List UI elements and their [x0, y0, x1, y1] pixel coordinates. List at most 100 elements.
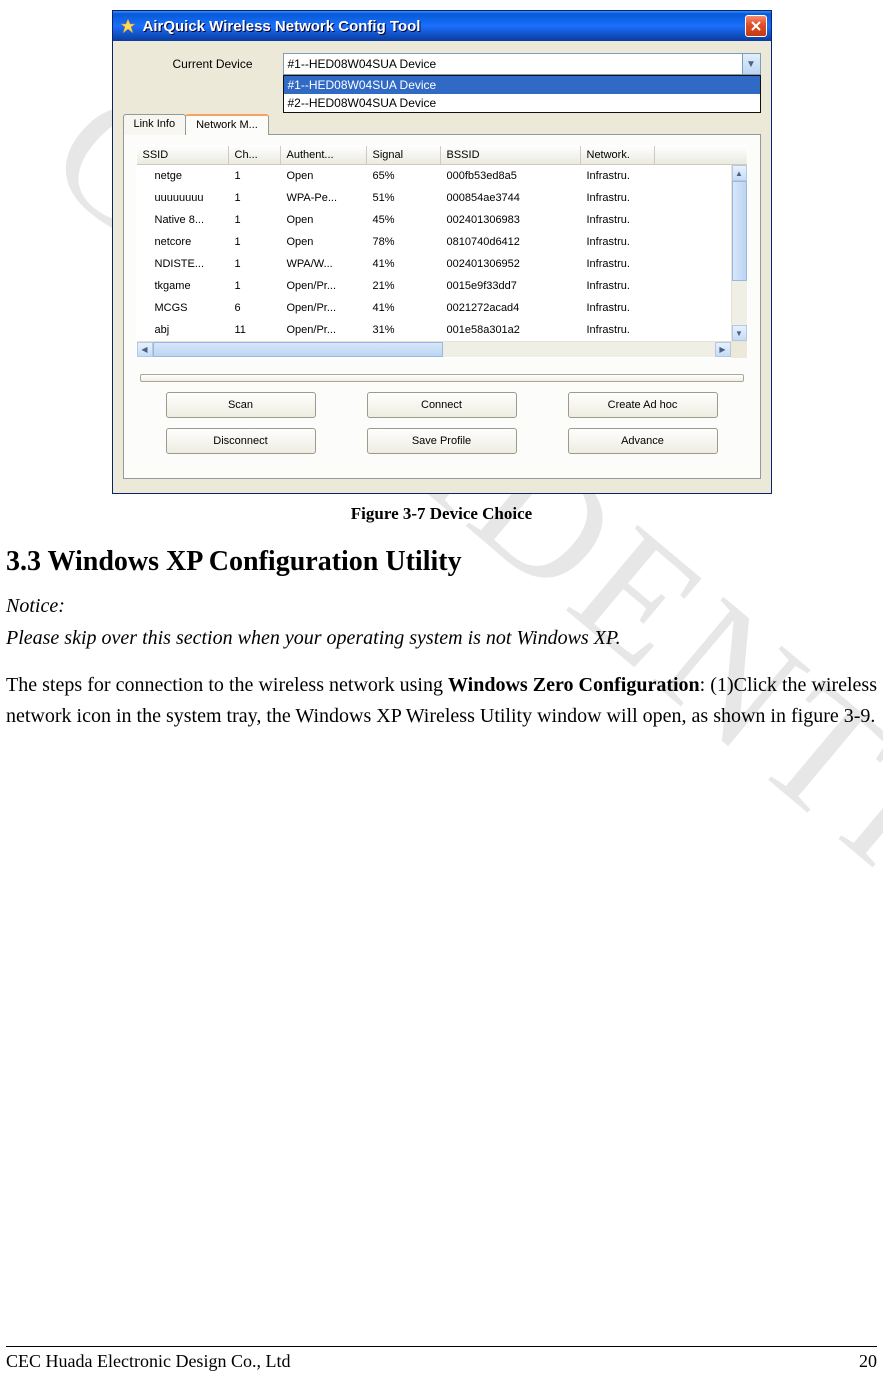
cell: 000854ae3744	[441, 192, 581, 204]
col-bssid[interactable]: BSSID	[441, 146, 581, 164]
scroll-right-icon[interactable]: ▶	[715, 342, 731, 357]
cell: Infrastru.	[581, 170, 655, 182]
table-row[interactable]: uuuuuuuu1WPA-Pe...51%000854ae3744Infrast…	[137, 187, 747, 209]
chevron-down-icon: ▼	[742, 54, 760, 74]
table-row[interactable]: Native 8...1Open45%002401306983Infrastru…	[137, 209, 747, 231]
app-icon	[119, 17, 137, 35]
cell: 11	[229, 324, 281, 336]
cell: MCGS	[137, 302, 229, 314]
disconnect-button[interactable]: Disconnect	[166, 428, 316, 454]
device-selected-value: #1--HED08W04SUA Device	[288, 57, 742, 71]
cell: 1	[229, 258, 281, 270]
cell: WPA/W...	[281, 258, 367, 270]
close-icon	[751, 21, 761, 31]
grid-header-row: SSID Ch... Authent... Signal BSSID Netwo…	[137, 146, 747, 165]
cell: 31%	[367, 324, 441, 336]
table-row[interactable]: NDISTE...1WPA/W...41%002401306952Infrast…	[137, 253, 747, 275]
cell: 41%	[367, 258, 441, 270]
current-device-label: Current Device	[143, 57, 283, 71]
create-adhoc-button[interactable]: Create Ad hoc	[568, 392, 718, 418]
close-button[interactable]	[745, 15, 767, 37]
section-heading: 3.3 Windows XP Configuration Utility	[6, 546, 877, 578]
cell: 6	[229, 302, 281, 314]
title-bar: AirQuick Wireless Network Config Tool	[113, 11, 771, 41]
grid-body: netge1Open65%000fb53ed8a5Infrastru.uuuuu…	[137, 165, 747, 341]
scroll-up-icon[interactable]: ▲	[732, 165, 747, 181]
col-network[interactable]: Network.	[581, 146, 655, 164]
device-dropdown-list: #1--HED08W04SUA Device #2--HED08W04SUA D…	[283, 75, 761, 113]
tab-link-info[interactable]: Link Info	[123, 114, 187, 135]
cell: 002401306983	[441, 214, 581, 226]
table-row[interactable]: netcore1Open78%0810740d6412Infrastru.	[137, 231, 747, 253]
scan-button[interactable]: Scan	[166, 392, 316, 418]
device-option-1[interactable]: #1--HED08W04SUA Device	[284, 76, 760, 94]
cell: 1	[229, 214, 281, 226]
device-option-2[interactable]: #2--HED08W04SUA Device	[284, 94, 760, 112]
cell: uuuuuuuu	[137, 192, 229, 204]
cell: Open	[281, 214, 367, 226]
vertical-scrollbar[interactable]: ▲ ▼	[731, 165, 747, 341]
cell: abj	[137, 324, 229, 336]
cell: 000fb53ed8a5	[441, 170, 581, 182]
col-ssid[interactable]: SSID	[137, 146, 229, 164]
cell: Open/Pr...	[281, 324, 367, 336]
cell: Infrastru.	[581, 324, 655, 336]
device-combobox[interactable]: #1--HED08W04SUA Device ▼	[283, 53, 761, 75]
table-row[interactable]: abj11Open/Pr...31%001e58a301a2Infrastru.	[137, 319, 747, 341]
cell: 1	[229, 236, 281, 248]
cell: 1	[229, 192, 281, 204]
footer-page-number: 20	[859, 1351, 877, 1372]
col-signal[interactable]: Signal	[367, 146, 441, 164]
save-profile-button[interactable]: Save Profile	[367, 428, 517, 454]
col-channel[interactable]: Ch...	[229, 146, 281, 164]
body-text-bold: Windows Zero Configuration	[448, 674, 700, 696]
cell: Infrastru.	[581, 236, 655, 248]
scroll-left-icon[interactable]: ◀	[137, 342, 153, 357]
cell: Infrastru.	[581, 214, 655, 226]
col-auth[interactable]: Authent...	[281, 146, 367, 164]
cell: 78%	[367, 236, 441, 248]
status-groove	[140, 374, 744, 382]
cell: tkgame	[137, 280, 229, 292]
cell: Open/Pr...	[281, 280, 367, 292]
horizontal-scrollbar[interactable]: ◀ ▶	[137, 341, 747, 357]
cell: Infrastru.	[581, 192, 655, 204]
cell: 001e58a301a2	[441, 324, 581, 336]
cell: Native 8...	[137, 214, 229, 226]
table-row[interactable]: MCGS6Open/Pr...41%0021272acad4Infrastru.	[137, 297, 747, 319]
cell: NDISTE...	[137, 258, 229, 270]
connect-button[interactable]: Connect	[367, 392, 517, 418]
tab-panel: SSID Ch... Authent... Signal BSSID Netwo…	[123, 134, 761, 479]
page-footer: CEC Huada Electronic Design Co., Ltd 20	[6, 1346, 877, 1372]
cell: Infrastru.	[581, 302, 655, 314]
cell: Infrastru.	[581, 280, 655, 292]
cell: 21%	[367, 280, 441, 292]
cell: Open/Pr...	[281, 302, 367, 314]
app-window: AirQuick Wireless Network Config Tool Cu…	[112, 10, 772, 494]
cell: WPA-Pe...	[281, 192, 367, 204]
advance-button[interactable]: Advance	[568, 428, 718, 454]
cell: Open	[281, 236, 367, 248]
scroll-down-icon[interactable]: ▼	[732, 325, 747, 341]
body-paragraph: The steps for connection to the wireless…	[6, 670, 877, 732]
cell: netcore	[137, 236, 229, 248]
cell: 65%	[367, 170, 441, 182]
vertical-scroll-thumb[interactable]	[732, 181, 747, 281]
network-grid: SSID Ch... Authent... Signal BSSID Netwo…	[136, 145, 748, 358]
notice-label: Notice:	[6, 592, 877, 620]
tab-network[interactable]: Network M...	[185, 114, 269, 135]
cell: Open	[281, 170, 367, 182]
notice-text: Please skip over this section when your …	[6, 624, 877, 652]
scroll-corner	[731, 342, 747, 358]
table-row[interactable]: netge1Open65%000fb53ed8a5Infrastru.	[137, 165, 747, 187]
cell: 51%	[367, 192, 441, 204]
table-row[interactable]: tkgame1Open/Pr...21%0015e9f33dd7Infrastr…	[137, 275, 747, 297]
figure-caption: Figure 3-7 Device Choice	[6, 504, 877, 524]
horizontal-scroll-thumb[interactable]	[153, 342, 443, 357]
cell: 002401306952	[441, 258, 581, 270]
cell: 45%	[367, 214, 441, 226]
footer-company: CEC Huada Electronic Design Co., Ltd	[6, 1351, 290, 1372]
cell: 1	[229, 280, 281, 292]
cell: netge	[137, 170, 229, 182]
cell: 0015e9f33dd7	[441, 280, 581, 292]
